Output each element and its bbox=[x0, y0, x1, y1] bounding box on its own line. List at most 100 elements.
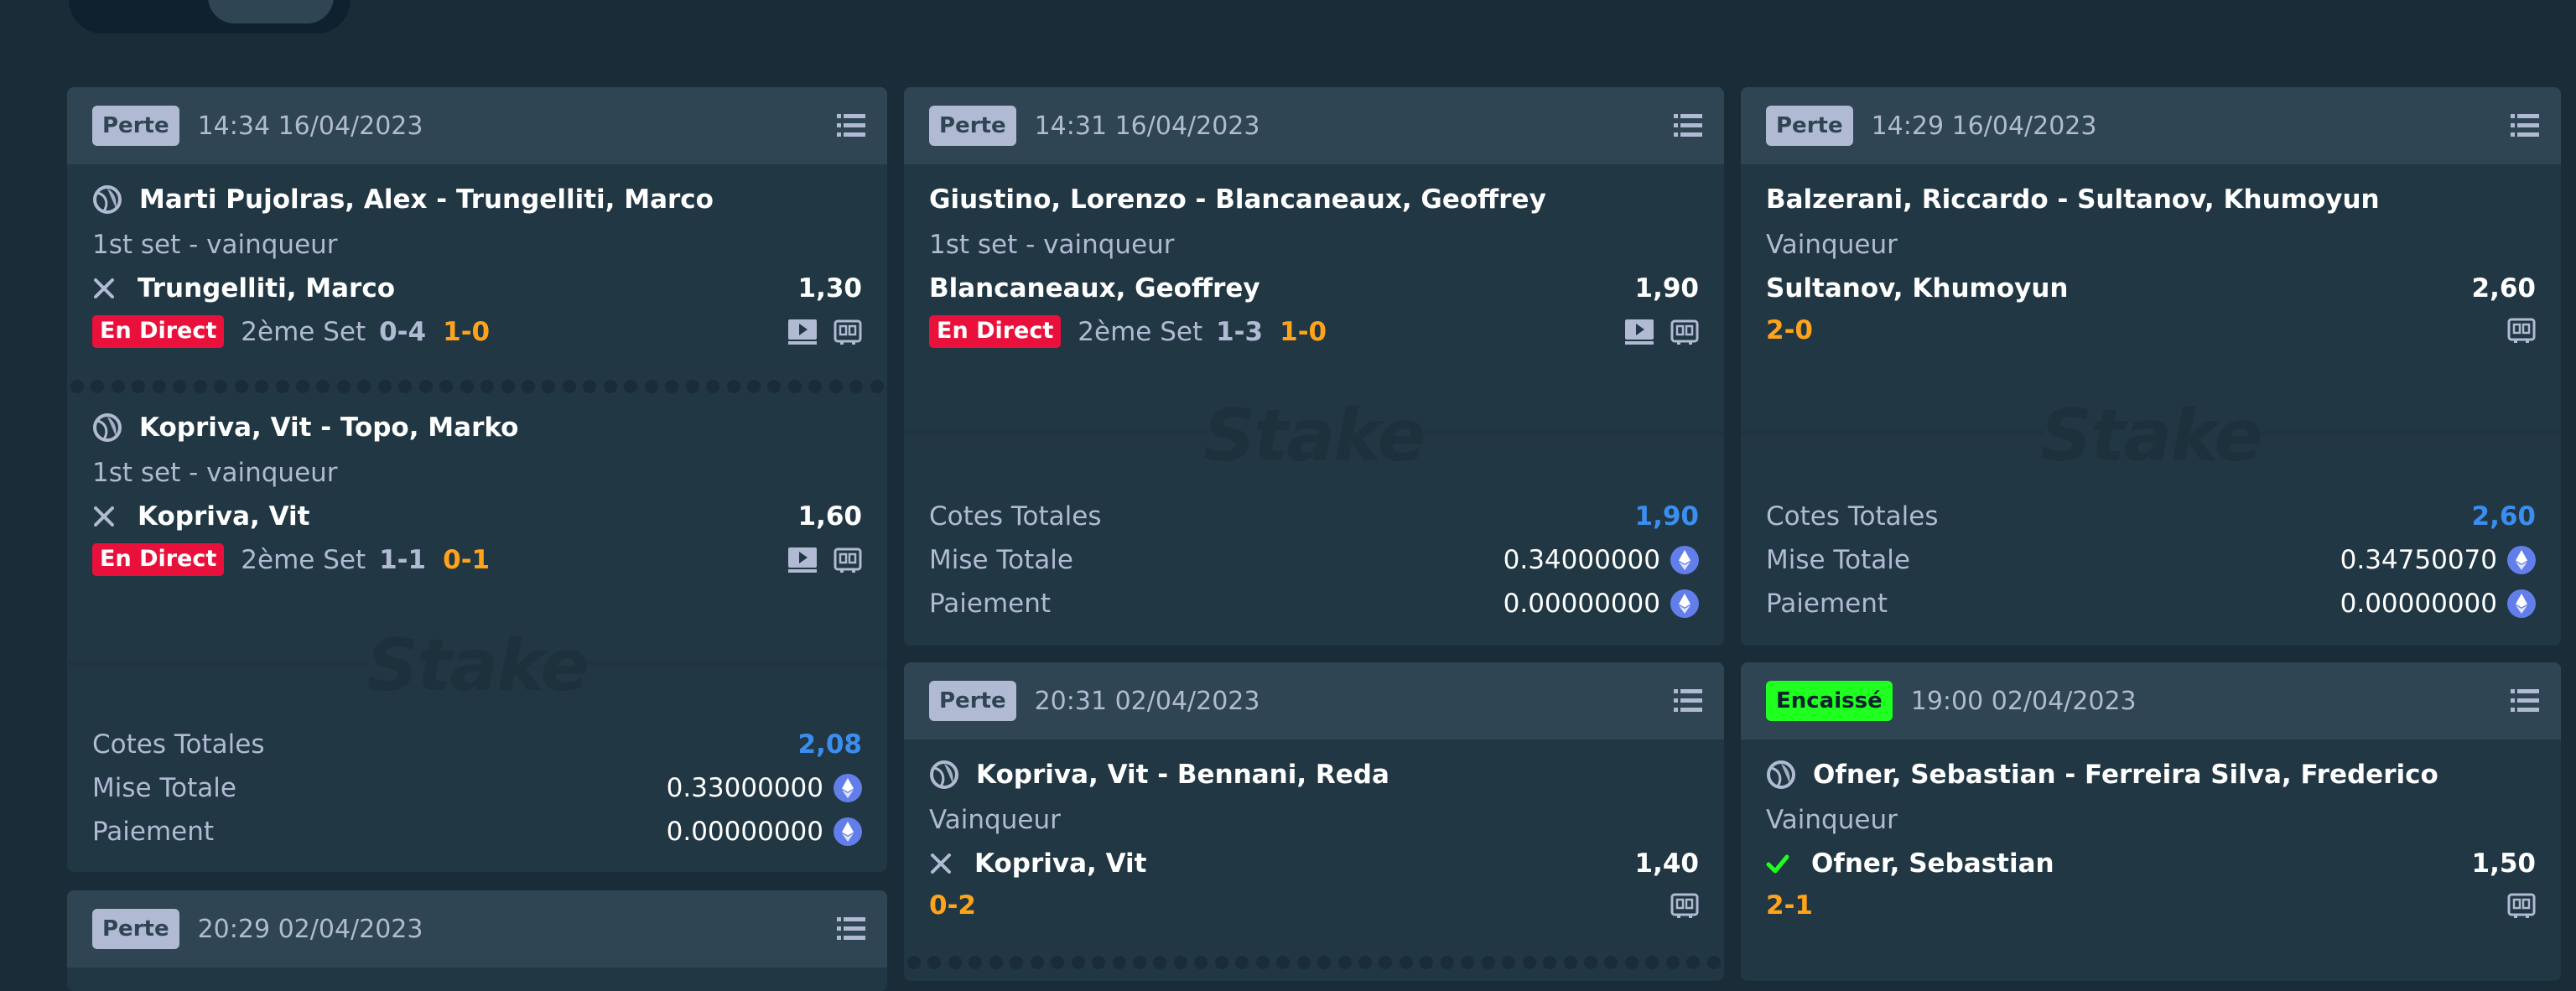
match-name: Balzerani, Riccardo - Sultanov, Khumoyun bbox=[1766, 184, 2380, 215]
scoreboard-icon[interactable] bbox=[2507, 893, 2536, 918]
scoreboard-icon[interactable] bbox=[1670, 319, 1699, 345]
view-toggle-active[interactable] bbox=[208, 0, 334, 23]
current-score: 0-2 bbox=[929, 890, 977, 921]
check-icon bbox=[1766, 852, 1789, 875]
ethereum-icon bbox=[1670, 589, 1699, 618]
market-name: Vainqueur bbox=[1766, 230, 1898, 260]
scoreboard-icon[interactable] bbox=[1670, 893, 1699, 918]
market-name: 1st set - vainqueur bbox=[92, 230, 338, 260]
set-label: 2ème Set bbox=[241, 316, 366, 347]
total-stake-value: 0.34750070 bbox=[2340, 545, 2497, 575]
status-badge: Encaissé bbox=[1766, 681, 1893, 721]
selection-row: Blancaneaux, Geoffrey 1,90 bbox=[929, 273, 1699, 304]
match-name: Ofner, Sebastian - Ferreira Silva, Frede… bbox=[1813, 760, 2438, 790]
scoreboard-icon[interactable] bbox=[834, 547, 862, 573]
total-odds-row: Cotes Totales 2,60 bbox=[1766, 501, 2536, 532]
menu-icon[interactable] bbox=[1674, 114, 1702, 137]
bet-card-header: Perte 14:31 16/04/2023 bbox=[904, 87, 1724, 164]
total-odds-label: Cotes Totales bbox=[929, 501, 1102, 532]
live-stream-icon[interactable] bbox=[788, 547, 817, 573]
bet-card[interactable]: Perte 20:29 02/04/2023 bbox=[67, 890, 887, 991]
payout-label: Paiement bbox=[92, 817, 215, 847]
bet-time: 19:00 02/04/2023 bbox=[1910, 686, 2137, 716]
set-label: 2ème Set bbox=[241, 544, 366, 575]
selection-row: Ofner, Sebastian 1,50 bbox=[1766, 848, 2536, 879]
live-stream-icon[interactable] bbox=[788, 319, 817, 345]
selection-odds: 1,60 bbox=[797, 501, 863, 532]
tennis-icon bbox=[929, 760, 959, 790]
match-name: Kopriva, Vit - Bennani, Reda bbox=[976, 760, 1389, 790]
menu-icon[interactable] bbox=[2511, 689, 2539, 713]
cross-icon bbox=[92, 277, 116, 300]
status-badge: Perte bbox=[1766, 106, 1853, 146]
match-name: Kopriva, Vit - Topo, Marko bbox=[139, 412, 519, 443]
total-odds-row: Cotes Totales 2,08 bbox=[92, 729, 862, 760]
total-stake-label: Mise Totale bbox=[929, 545, 1073, 575]
bet-card[interactable]: Perte 14:31 16/04/2023 Giustino, Lorenzo… bbox=[904, 87, 1724, 646]
selection-row: Sultanov, Khumoyun 2,60 bbox=[1766, 273, 2536, 304]
match-row[interactable]: Kopriva, Vit - Bennani, Reda bbox=[929, 760, 1699, 790]
selection-odds: 1,30 bbox=[797, 273, 863, 304]
tennis-icon bbox=[1766, 760, 1796, 790]
live-badge: En Direct bbox=[92, 315, 225, 348]
menu-icon[interactable] bbox=[837, 917, 865, 941]
selection-name: Blancaneaux, Geoffrey bbox=[929, 273, 1260, 304]
current-score: 2-0 bbox=[1766, 315, 1814, 345]
bet-time: 20:29 02/04/2023 bbox=[197, 914, 423, 944]
total-stake-row: Mise Totale 0.34750070 bbox=[1766, 545, 2536, 575]
market-name: Vainqueur bbox=[929, 805, 1061, 835]
leg-separator bbox=[67, 380, 887, 395]
live-badge: En Direct bbox=[929, 315, 1062, 348]
match-row[interactable]: Balzerani, Riccardo - Sultanov, Khumoyun bbox=[1766, 184, 2536, 215]
set-score: 1-1 bbox=[379, 544, 427, 575]
bet-time: 20:31 02/04/2023 bbox=[1034, 686, 1260, 716]
selection-odds: 1,40 bbox=[1634, 848, 1700, 879]
live-row: En Direct 2ème Set 1-1 0-1 bbox=[92, 543, 862, 576]
menu-icon[interactable] bbox=[2511, 114, 2539, 137]
match-row[interactable]: Marti Pujolras, Alex - Trungelliti, Marc… bbox=[92, 184, 862, 215]
bet-card[interactable]: Perte 14:29 16/04/2023 Balzerani, Riccar… bbox=[1741, 87, 2561, 646]
live-row: En Direct 2ème Set 1-3 1-0 bbox=[929, 315, 1699, 348]
bet-card-header: Encaissé 19:00 02/04/2023 bbox=[1741, 662, 2561, 739]
menu-icon[interactable] bbox=[1674, 689, 1702, 713]
selection-name: Trungelliti, Marco bbox=[138, 273, 396, 304]
stake-logo: Stake bbox=[366, 624, 589, 708]
scoreboard-icon[interactable] bbox=[2507, 318, 2536, 343]
match-row[interactable]: Kopriva, Vit - Topo, Marko bbox=[92, 412, 862, 443]
card-edge bbox=[904, 639, 1724, 646]
status-badge: Perte bbox=[92, 909, 179, 949]
ethereum-icon bbox=[1670, 546, 1699, 574]
match-name: Giustino, Lorenzo - Blancaneaux, Geoffre… bbox=[929, 184, 1546, 215]
market-name: 1st set - vainqueur bbox=[92, 458, 338, 488]
selection-name: Ofner, Sebastian bbox=[1811, 848, 2054, 879]
scoreboard-icon[interactable] bbox=[834, 319, 862, 345]
payout-value: 0.00000000 bbox=[666, 817, 823, 847]
live-stream-icon[interactable] bbox=[1625, 319, 1654, 345]
payout-value: 0.00000000 bbox=[1503, 589, 1660, 619]
bet-card-header: Perte 20:31 02/04/2023 bbox=[904, 662, 1724, 739]
set-score: 1-3 bbox=[1216, 316, 1264, 347]
total-odds-label: Cotes Totales bbox=[92, 729, 265, 760]
ethereum-icon bbox=[2507, 589, 2536, 618]
market-name: 1st set - vainqueur bbox=[929, 230, 1175, 260]
selection-row: Kopriva, Vit 1,40 bbox=[929, 848, 1699, 879]
payout-row: Paiement 0.00000000 bbox=[92, 817, 862, 847]
payout-value: 0.00000000 bbox=[2340, 589, 2497, 619]
match-row[interactable]: Giustino, Lorenzo - Blancaneaux, Geoffre… bbox=[929, 184, 1699, 215]
bet-card[interactable]: Perte 14:34 16/04/2023 Marti Pujolras, A… bbox=[67, 87, 887, 872]
match-row[interactable]: Ofner, Sebastian - Ferreira Silva, Frede… bbox=[1766, 760, 2536, 790]
bet-card[interactable]: Perte 20:31 02/04/2023 Kopriva, Vit - Be… bbox=[904, 662, 1724, 981]
current-score: 1-0 bbox=[1280, 316, 1327, 347]
total-stake-value: 0.34000000 bbox=[1503, 545, 1660, 575]
payout-row: Paiement 0.00000000 bbox=[1766, 589, 2536, 619]
payout-row: Paiement 0.00000000 bbox=[929, 589, 1699, 619]
status-badge: Perte bbox=[929, 106, 1016, 146]
selection-name: Kopriva, Vit bbox=[974, 848, 1147, 879]
bet-card-header: Perte 14:34 16/04/2023 bbox=[67, 87, 887, 164]
total-odds-value: 2,08 bbox=[797, 729, 863, 760]
score-row: 0-2 bbox=[929, 890, 1699, 921]
menu-icon[interactable] bbox=[837, 114, 865, 137]
cross-icon bbox=[929, 852, 953, 875]
bet-card[interactable]: Encaissé 19:00 02/04/2023 Ofner, Sebasti… bbox=[1741, 662, 2561, 981]
bet-card-header: Perte 14:29 16/04/2023 bbox=[1741, 87, 2561, 164]
